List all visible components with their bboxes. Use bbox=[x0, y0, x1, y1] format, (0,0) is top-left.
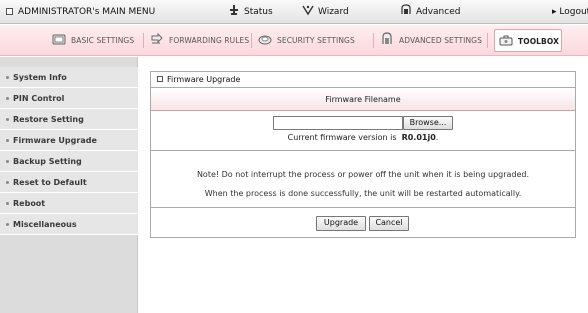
main-menu-title-label: ADMINISTRATOR's MAIN MENU bbox=[18, 7, 156, 17]
browse-button[interactable]: Browse... bbox=[403, 116, 453, 130]
sidebar-item-miscellaneous[interactable]: Miscellaneous bbox=[0, 214, 138, 235]
top-menu-bar: ADMINISTRATOR's MAIN MENU Status Wizard … bbox=[0, 0, 588, 24]
tab-separator bbox=[487, 33, 488, 48]
toolbox-icon bbox=[499, 35, 513, 46]
tab-basic-settings[interactable]: BASIC SETTINGS bbox=[52, 29, 134, 52]
advanced-icon bbox=[401, 4, 411, 14]
sidebar-item-firmware-upgrade[interactable]: Firmware Upgrade bbox=[0, 130, 138, 151]
sidebar: System Info PIN Control Restore Setting … bbox=[0, 57, 138, 313]
menu-square-icon bbox=[6, 8, 13, 15]
status-link[interactable]: Status bbox=[228, 0, 273, 24]
wizard-link[interactable]: Wizard bbox=[302, 0, 349, 24]
tab-bar: BASIC SETTINGS FORWARDING RULES SECURITY… bbox=[0, 25, 588, 56]
version-suffix: . bbox=[435, 133, 439, 142]
version-prefix: Current firmware version is bbox=[287, 133, 397, 142]
firmware-filename-header: Firmware Filename bbox=[151, 89, 575, 111]
panel-title-label: Firmware Upgrade bbox=[167, 75, 241, 84]
wizard-label: Wizard bbox=[318, 7, 349, 17]
status-icon bbox=[230, 5, 238, 15]
status-label: Status bbox=[244, 7, 273, 17]
advanced-link[interactable]: Advanced bbox=[400, 0, 460, 24]
divider bbox=[151, 207, 575, 208]
restart-info-note: When the process is done successfully, t… bbox=[204, 189, 522, 198]
firmware-version-text: Current firmware version is R0.01j0. bbox=[151, 132, 575, 144]
tab-security-label: SECURITY SETTINGS bbox=[277, 36, 355, 45]
divider bbox=[151, 150, 575, 151]
upgrade-warning-note: Note! Do not interrupt the process or po… bbox=[196, 170, 530, 179]
firmware-upgrade-panel: Firmware Upgrade Firmware Filename Brows… bbox=[150, 71, 576, 238]
sidebar-item-reboot[interactable]: Reboot bbox=[0, 193, 138, 214]
tab-advanced-settings[interactable]: ADVANCED SETTINGS bbox=[380, 29, 482, 52]
panel-title: Firmware Upgrade bbox=[151, 72, 575, 88]
sidebar-item-backup-setting[interactable]: Backup Setting bbox=[0, 151, 138, 172]
forwarding-icon bbox=[151, 32, 163, 44]
tab-security-settings[interactable]: SECURITY SETTINGS bbox=[258, 29, 355, 52]
tab-toolbox[interactable]: TOOLBOX bbox=[494, 29, 562, 52]
basic-settings-icon bbox=[52, 34, 66, 45]
cancel-button[interactable]: Cancel bbox=[369, 216, 409, 231]
main-menu-title[interactable]: ADMINISTRATOR's MAIN MENU bbox=[6, 0, 155, 24]
tab-forwarding-rules[interactable]: FORWARDING RULES bbox=[150, 29, 249, 52]
sidebar-item-pin-control[interactable]: PIN Control bbox=[0, 88, 138, 109]
tab-separator bbox=[251, 33, 252, 48]
tab-forwarding-label: FORWARDING RULES bbox=[169, 36, 250, 45]
wizard-icon bbox=[302, 5, 314, 16]
tab-toolbox-label: TOOLBOX bbox=[518, 37, 559, 46]
advanced-label: Advanced bbox=[416, 7, 461, 17]
version-value: R0.01j0 bbox=[401, 133, 436, 142]
sidebar-item-reset-to-default[interactable]: Reset to Default bbox=[0, 172, 138, 193]
sidebar-item-system-info[interactable]: System Info bbox=[0, 67, 138, 88]
sidebar-item-restore-setting[interactable]: Restore Setting bbox=[0, 109, 138, 130]
tab-basic-label: BASIC SETTINGS bbox=[71, 36, 135, 45]
upgrade-button[interactable]: Upgrade bbox=[316, 216, 366, 231]
firmware-file-input[interactable] bbox=[273, 116, 403, 130]
tab-separator bbox=[373, 33, 374, 48]
logout-link[interactable]: ▸ Logout bbox=[552, 0, 588, 24]
panel-title-square-icon bbox=[157, 76, 163, 82]
advanced-settings-icon bbox=[382, 32, 392, 44]
tab-advanced-label: ADVANCED SETTINGS bbox=[399, 36, 482, 45]
security-icon bbox=[258, 35, 272, 45]
tab-separator bbox=[143, 33, 144, 48]
